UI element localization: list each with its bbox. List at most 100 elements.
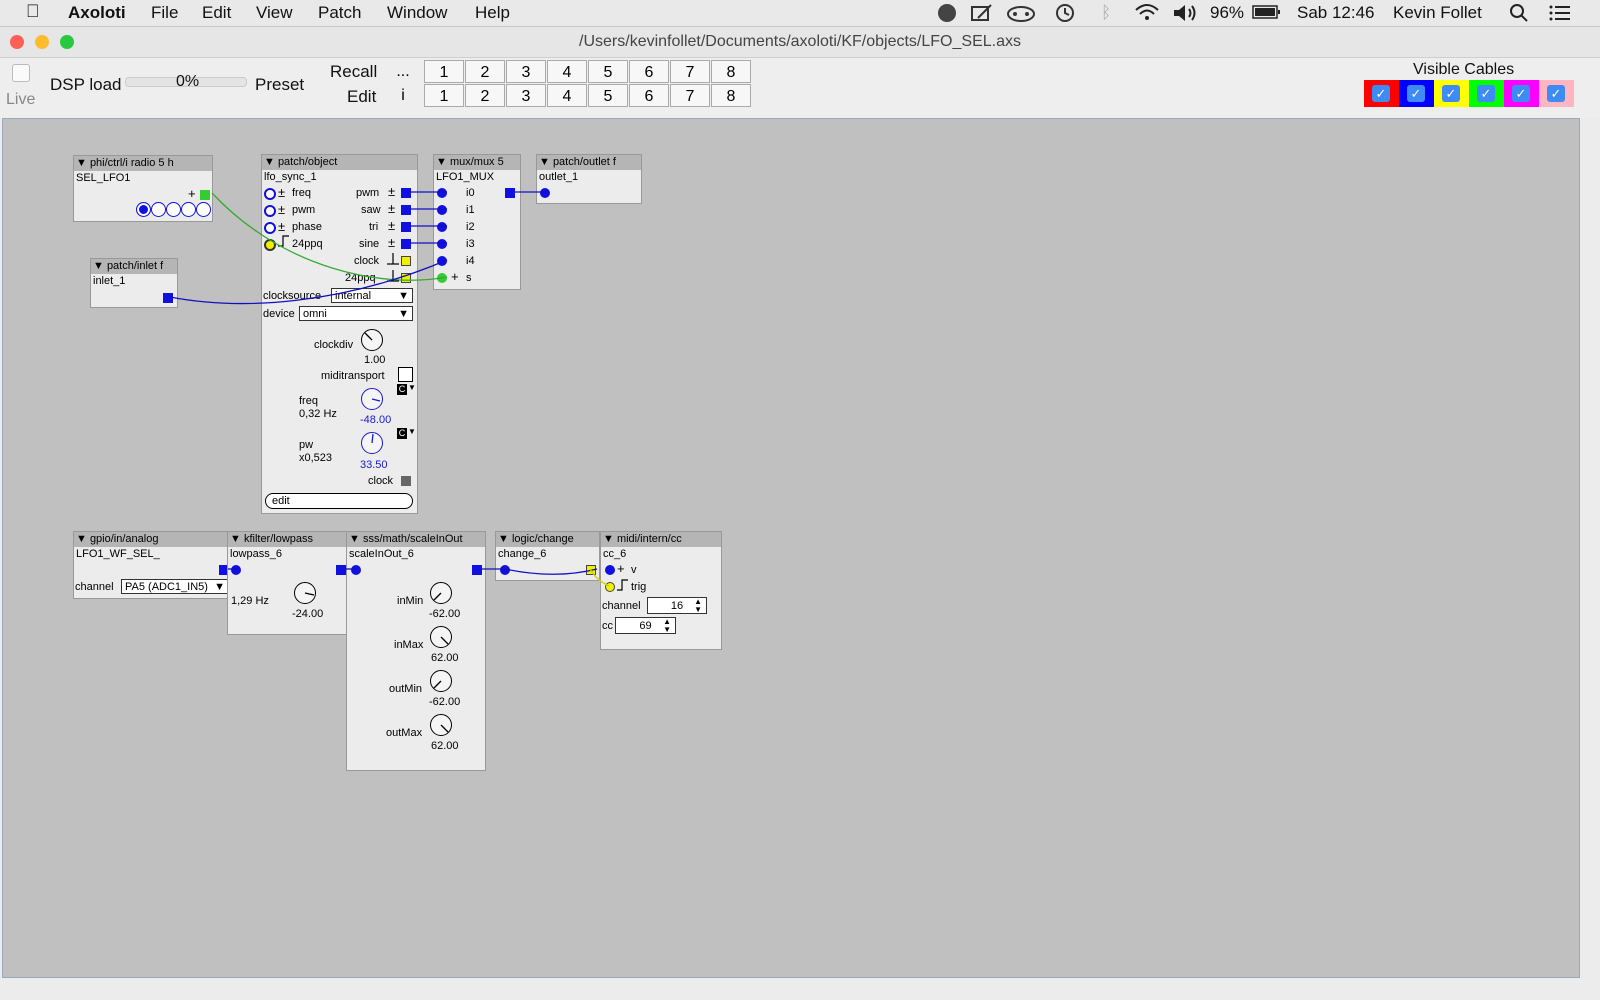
recall-preset-6-button[interactable]: 6	[629, 60, 669, 83]
object-header[interactable]: ▼ patch/outlet f	[537, 155, 641, 170]
freq-knob[interactable]	[361, 388, 383, 410]
object-header[interactable]: ▼ mux/mux 5	[434, 155, 520, 170]
patch-canvas[interactable]: ▼ phi/ctrl/i radio 5 h SEL_LFO1 + ▼ patc…	[2, 118, 1580, 978]
recall-preset-8-button[interactable]: 8	[711, 60, 751, 83]
battery-icon[interactable]	[1252, 4, 1282, 25]
radio-output-port[interactable]	[200, 190, 210, 200]
notification-center-icon[interactable]	[1549, 4, 1571, 27]
outlet-port-24ppq[interactable]	[401, 273, 411, 283]
change-output-port[interactable]	[586, 565, 596, 575]
outlet-input-port[interactable]	[540, 188, 550, 198]
scale-input-port[interactable]	[351, 565, 361, 575]
menu-view[interactable]: View	[256, 3, 293, 23]
clocksource-dropdown[interactable]: internal ▼	[331, 288, 413, 303]
radio-button-2[interactable]	[151, 202, 166, 217]
cable-visibility-checkbox-2[interactable]: ✓	[1399, 80, 1434, 107]
mux-inlet-s[interactable]	[437, 273, 447, 283]
edit-preset-extra-button[interactable]: i	[383, 84, 423, 107]
inlet-port-pwm[interactable]	[264, 205, 276, 217]
edit-button[interactable]: edit	[265, 493, 413, 509]
lowpass-input-port[interactable]	[231, 565, 241, 575]
inlet-port-freq[interactable]	[264, 188, 276, 200]
menu-user[interactable]: Kevin Follet	[1393, 3, 1482, 23]
object-header[interactable]: ▼ patch/inlet f	[91, 259, 177, 274]
edit-preset-5-button[interactable]: 5	[588, 84, 628, 107]
radio-button-3[interactable]	[166, 202, 181, 217]
recall-preset-3-button[interactable]: 3	[506, 60, 546, 83]
inmax-knob[interactable]	[430, 626, 452, 648]
cable-visibility-checkbox-5[interactable]: ✓	[1504, 80, 1539, 107]
mux-output-port[interactable]	[505, 188, 515, 198]
object-inlet[interactable]: ▼ patch/inlet f inlet_1	[90, 258, 178, 308]
notes-icon[interactable]	[970, 3, 994, 28]
inlet-port-phase[interactable]	[264, 222, 276, 234]
freq-modulation-button[interactable]: C	[397, 384, 407, 395]
mux-inlet-i0[interactable]	[437, 188, 447, 198]
clockdiv-knob[interactable]	[361, 329, 383, 351]
edit-preset-4-button[interactable]: 4	[547, 84, 587, 107]
miditransport-checkbox[interactable]	[398, 367, 413, 382]
mux-inlet-i1[interactable]	[437, 205, 447, 215]
menu-help[interactable]: Help	[475, 3, 510, 23]
object-header[interactable]: ▼ sss/math/scaleInOut	[347, 532, 485, 547]
cable-visibility-checkbox-6[interactable]: ✓	[1539, 80, 1574, 107]
object-header[interactable]: ▼ patch/object	[262, 155, 417, 170]
stepper-arrows-icon[interactable]: ▲ ▼	[663, 618, 671, 634]
radio-button-5[interactable]	[196, 202, 211, 217]
inmin-knob[interactable]	[430, 582, 452, 604]
object-gpio-analog[interactable]: ▼ gpio/in/analog LFO1_WF_SEL_ channel PA…	[73, 531, 232, 599]
recall-preset-5-button[interactable]: 5	[588, 60, 628, 83]
gamepad-icon[interactable]	[1006, 3, 1036, 28]
outmax-knob[interactable]	[430, 714, 452, 736]
cable-visibility-checkbox-1[interactable]: ✓	[1364, 80, 1399, 107]
live-checkbox[interactable]	[12, 64, 30, 82]
edit-preset-3-button[interactable]: 3	[506, 84, 546, 107]
lowpass-knob[interactable]	[294, 582, 316, 604]
device-dropdown[interactable]: omni ▼	[299, 306, 413, 321]
gpio-channel-dropdown[interactable]: PA5 (ADC1_IN5) ▼	[121, 579, 229, 594]
pw-knob[interactable]	[361, 432, 383, 454]
object-header[interactable]: ▼ kfilter/lowpass	[228, 532, 350, 547]
outlet-port-saw[interactable]	[401, 205, 411, 215]
recall-preset-2-button[interactable]: 2	[465, 60, 505, 83]
outlet-port-pwm[interactable]	[401, 188, 411, 198]
object-midi-cc[interactable]: ▼ midi/intern/cc cc_6 + v trig channel 1…	[600, 531, 722, 650]
inlet-port-24ppq[interactable]	[264, 239, 276, 251]
mux-inlet-i2[interactable]	[437, 222, 447, 232]
time-machine-icon[interactable]	[1054, 3, 1076, 28]
change-input-port[interactable]	[500, 565, 510, 575]
volume-icon[interactable]	[1172, 3, 1200, 28]
outlet-port-tri[interactable]	[401, 222, 411, 232]
object-lfo-sync[interactable]: ▼ patch/object lfo_sync_1 ± freq ± pwm ±…	[261, 154, 418, 514]
recall-preset-7-button[interactable]: 7	[670, 60, 710, 83]
mux-inlet-i4[interactable]	[437, 256, 447, 266]
recall-preset-extra-button[interactable]: ...	[383, 60, 423, 83]
menu-clock[interactable]: Sab 12:46	[1297, 3, 1375, 23]
cable-visibility-checkbox-3[interactable]: ✓	[1434, 80, 1469, 107]
radio-button-1[interactable]	[136, 202, 151, 217]
stepper-arrows-icon[interactable]: ▲ ▼	[694, 598, 702, 614]
edit-preset-8-button[interactable]: 8	[711, 84, 751, 107]
menu-edit[interactable]: Edit	[202, 3, 231, 23]
object-lowpass[interactable]: ▼ kfilter/lowpass lowpass_6 1,29 Hz -24.…	[227, 531, 351, 635]
outmin-knob[interactable]	[430, 670, 452, 692]
radio-button-4[interactable]	[181, 202, 196, 217]
edit-preset-6-button[interactable]: 6	[629, 84, 669, 107]
spotlight-search-icon[interactable]	[1509, 3, 1529, 28]
inlet-output-port[interactable]	[163, 293, 173, 303]
edit-preset-1-button[interactable]: 1	[424, 84, 464, 107]
bluetooth-icon[interactable]: ᛒ	[1101, 3, 1111, 23]
object-radio[interactable]: ▼ phi/ctrl/i radio 5 h SEL_LFO1 +	[73, 155, 213, 222]
cc-channel-spinner[interactable]: 16 ▲ ▼	[647, 597, 707, 614]
menu-app-name[interactable]: Axoloti	[68, 3, 126, 23]
menu-file[interactable]: File	[151, 3, 178, 23]
cc-inlet-v[interactable]	[605, 565, 615, 575]
menu-window[interactable]: Window	[387, 3, 447, 23]
status-app-icon[interactable]	[938, 4, 956, 22]
object-logic-change[interactable]: ▼ logic/change change_6	[495, 531, 600, 581]
object-header[interactable]: ▼ logic/change	[496, 532, 599, 547]
lowpass-output-port[interactable]	[336, 565, 346, 575]
object-header[interactable]: ▼ gpio/in/analog	[74, 532, 231, 547]
recall-preset-4-button[interactable]: 4	[547, 60, 587, 83]
object-header[interactable]: ▼ phi/ctrl/i radio 5 h	[74, 156, 212, 171]
